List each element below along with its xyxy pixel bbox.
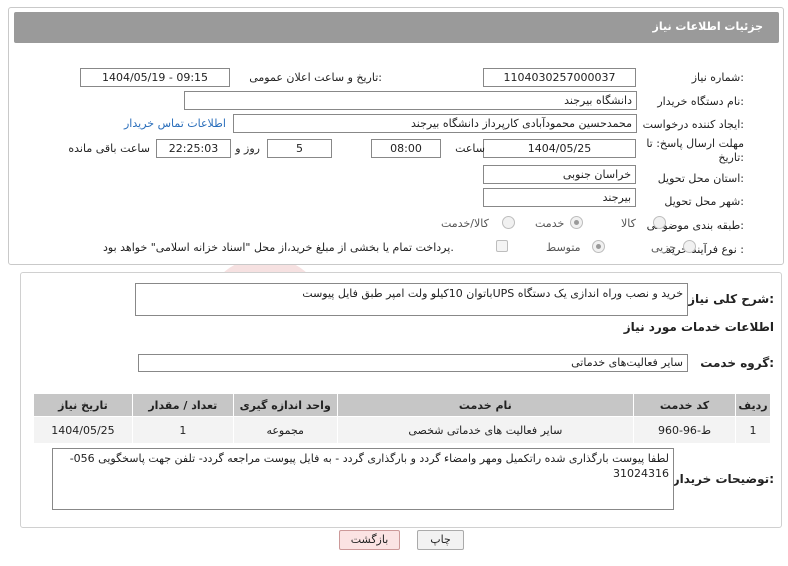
general-desc-label: شرح کلی نیاز: <box>688 292 774 306</box>
buyer-org-field: دانشگاه بیرجند <box>184 91 637 110</box>
buyer-notes-text: لطفا پیوست بارگذاری شده راتکمیل ومهر وام… <box>69 452 669 480</box>
panel-title: جزئیات اطلاعات نیاز <box>652 20 764 33</box>
deadline-label: مهلت ارسال پاسخ: تا تاریخ: <box>646 137 744 164</box>
treasury-payment-note: پرداخت تمام یا بخشی از مبلغ خرید،از محل … <box>103 241 454 254</box>
cell-row-number: 1 <box>734 416 772 444</box>
public-announce-label: تاریخ و ساعت اعلان عمومی: <box>249 71 382 84</box>
col-service-code: کد خدمت <box>633 393 736 417</box>
process-label: نوع فرآیند خرید : <box>666 243 744 256</box>
deadline-time-field: 08:00 <box>371 139 441 158</box>
col-quantity: تعداد / مقدار <box>131 393 234 417</box>
process-option-medium: متوسط <box>546 241 581 254</box>
general-desc-text: خرید و نصب وراه اندازی یک دستگاه UPSباتو… <box>302 287 683 300</box>
table-row: 1404/05/25 1 مجموعه سایر فعالیت های خدما… <box>33 416 772 444</box>
need-number-field: 1104030257000037 <box>483 68 636 87</box>
process-option-minor: جزیی <box>651 241 677 254</box>
category-radio-goods-service[interactable] <box>502 216 515 229</box>
category-option-goods: کالا <box>621 217 636 230</box>
requester-field: محمدحسین محمودآبادی کارپرداز دانشگاه بیر… <box>233 114 637 133</box>
process-radio-medium[interactable] <box>592 240 605 253</box>
deadline-time-label: ساعت <box>455 142 485 155</box>
buyer-notes-textarea: لطفا پیوست بارگذاری شده راتکمیل ومهر وام… <box>52 448 674 510</box>
province-label: استان محل تحویل: <box>657 172 744 185</box>
category-option-service: خدمت <box>535 217 565 230</box>
cell-service-name: سایر فعالیت های خدماتی شخصی <box>336 416 635 444</box>
category-radio-service[interactable] <box>570 216 583 229</box>
service-group-label: گروه خدمت: <box>700 356 774 370</box>
services-section-title: اطلاعات خدمات مورد نیاز <box>623 320 774 334</box>
buyer-notes-label: توضیحات خریدار: <box>672 472 774 486</box>
remaining-time-field: 22:25:03 <box>156 139 231 158</box>
cell-unit: مجموعه <box>232 416 338 444</box>
days-label: روز و <box>235 142 260 155</box>
cell-need-date: 1404/05/25 <box>33 416 133 444</box>
city-label: شهر محل تحویل: <box>664 195 744 208</box>
category-option-goods-service: کالا/خدمت <box>441 217 489 230</box>
services-table: تاریخ نیاز تعداد / مقدار واحد اندازه گیر… <box>33 393 772 444</box>
requester-label: ایجاد کننده درخواست: <box>642 118 744 131</box>
process-radio-minor[interactable] <box>683 240 696 253</box>
col-unit: واحد اندازه گیری <box>232 393 338 417</box>
general-desc-textarea: خرید و نصب وراه اندازی یک دستگاه UPSباتو… <box>135 283 688 316</box>
services-table-header: تاریخ نیاز تعداد / مقدار واحد اندازه گیر… <box>33 393 772 417</box>
need-number-label: شماره نیاز: <box>691 71 744 84</box>
col-row-number: ردیف <box>734 393 772 417</box>
col-need-date: تاریخ نیاز <box>33 393 133 417</box>
remaining-label: ساعت باقی مانده <box>68 142 150 155</box>
cell-service-code: ط-96-960 <box>633 416 736 444</box>
panel-header: جزئیات اطلاعات نیاز <box>14 12 779 43</box>
deadline-date-field: 1404/05/25 <box>483 139 636 158</box>
treasury-payment-checkbox[interactable] <box>496 240 508 252</box>
province-field: خراسان جنوبی <box>483 165 636 184</box>
back-button[interactable]: بازگشت <box>339 530 400 550</box>
cell-quantity: 1 <box>131 416 234 444</box>
print-button[interactable]: چاپ <box>417 530 464 550</box>
buyer-contact-link[interactable]: اطلاعات تماس خریدار <box>124 117 226 130</box>
category-radio-goods[interactable] <box>653 216 666 229</box>
service-group-field: سایر فعالیت‌های خدماتی <box>138 354 688 372</box>
days-field: 5 <box>267 139 332 158</box>
public-announce-field: 1404/05/19 - 09:15 <box>80 68 230 87</box>
city-field: بیرجند <box>483 188 636 207</box>
buyer-org-label: نام دستگاه خریدار: <box>657 95 744 108</box>
col-service-name: نام خدمت <box>336 393 635 417</box>
